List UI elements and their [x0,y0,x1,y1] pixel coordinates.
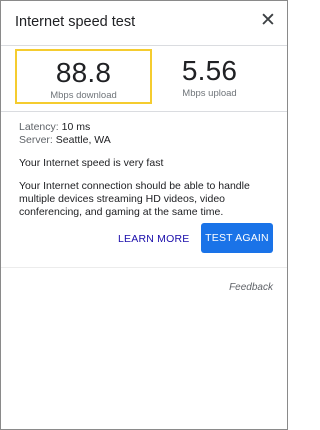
action-bar: LEARN MORE TEST AGAIN [1,223,287,253]
download-result: 88.8 Mbps download [15,49,152,104]
speed-description-text: Your Internet connection should be able … [19,180,250,218]
card-title: Internet speed test [15,14,136,30]
feedback-link[interactable]: Feedback [229,282,273,293]
card-header: Internet speed test ✕ [1,1,287,46]
server-row: Server: Seattle, WA [19,134,277,147]
speed-test-card: Internet speed test ✕ 88.8 Mbps download… [0,0,288,430]
upload-speed-value: 5.56 [181,55,238,86]
server-value: Seattle, WA [55,134,111,146]
upload-speed-unit: Mbps upload [182,88,237,99]
close-icon[interactable]: ✕ [257,10,279,32]
learn-more-link[interactable]: LEARN MORE [118,233,189,245]
latency-label: Latency: [19,121,59,133]
divider [1,111,287,112]
latency-value: 10 ms [61,121,91,133]
latency-row: Latency: 10 ms [19,121,277,134]
speed-status-text: Your Internet speed is very fast [19,157,164,169]
server-label: Server: [19,134,53,146]
upload-result: 5.56 Mbps upload [141,49,278,104]
test-details: Latency: 10 ms Server: Seattle, WA Your … [19,121,277,219]
divider [1,267,287,268]
download-speed-value: 88.8 [55,57,112,88]
download-speed-unit: Mbps download [50,90,117,101]
test-again-button[interactable]: TEST AGAIN [201,223,273,253]
